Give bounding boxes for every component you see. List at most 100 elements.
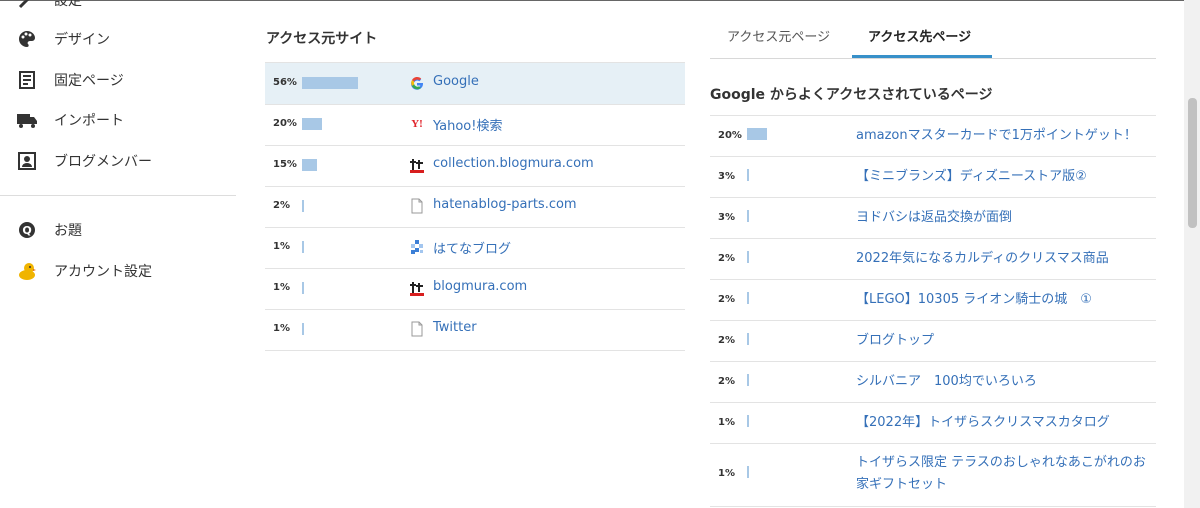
percent-bar [747,169,749,181]
page-link[interactable]: amazonマスターカードで1万ポイントゲット！ [856,125,1146,147]
sidebar-item-blog-members[interactable]: ブログメンバー [16,149,152,173]
google-icon [409,75,425,91]
sidebar-item-import[interactable]: インポート [16,108,124,132]
blogmura-icon [409,157,425,173]
percent-bar [302,159,317,171]
sidebar-item-label: 設定 [54,0,82,9]
percent-label: 2% [273,200,290,211]
sidebar-item-label: アカウント設定 [54,264,152,280]
scrollbar-thumb[interactable] [1188,98,1197,228]
percent-label: 1% [273,323,290,334]
site-row[interactable]: 15% collection.blogmura.com [265,145,685,187]
percent-label: 1% [718,468,735,479]
palette-icon [16,28,38,50]
hatena-blog-icon [409,239,425,255]
tab-source-pages[interactable]: アクセス元ページ [727,26,830,45]
percent-label: 2% [718,253,735,264]
page-link[interactable]: 【LEGO】10305 ライオン騎士の城 ① [856,289,1146,311]
referrer-sites-title: アクセス元サイト [266,31,378,47]
sidebar-divider [0,195,236,196]
sidebar-item-account-settings[interactable]: アカウント設定 [16,259,152,283]
page-icon [409,198,425,214]
site-row[interactable]: 56% Google [265,63,685,105]
percent-bar [747,128,767,140]
site-name[interactable]: Yahoo!検索 [433,115,502,134]
sidebar-item-label: お題 [54,223,82,239]
page-link[interactable]: ブログトップ [856,330,1146,352]
site-name[interactable]: collection.blogmura.com [433,156,594,171]
page-link[interactable]: シルバニア 100均でいろいろ [856,371,1146,393]
percent-bar [747,210,749,222]
page-link[interactable]: 【2022年】トイザらスクリスマスカタログ [856,412,1146,434]
percent-bar [302,323,304,335]
percent-bar [747,251,749,263]
site-name[interactable]: Twitter [433,320,477,335]
percent-bar [302,282,304,294]
tab-destination-pages[interactable]: アクセス先ページ [868,26,971,45]
active-tab-indicator [852,55,992,58]
percent-label: 2% [718,294,735,305]
member-card-icon [16,150,38,172]
percent-label: 1% [273,241,290,252]
site-name[interactable]: hatenablog-parts.com [433,197,577,212]
page-row[interactable]: 2% 2022年気になるカルディのクリスマス商品 [710,239,1156,280]
site-row[interactable]: 1% はてなブログ [265,227,685,269]
site-row[interactable]: 1% blogmura.com [265,268,685,310]
site-name[interactable]: blogmura.com [433,279,527,294]
page-row[interactable]: 2% ブログトップ [710,321,1156,362]
sidebar: 設定 デザイン 固定ページ インポート ブログメンバー Q お題 アカウント設定 [0,0,236,508]
sidebar-item-settings[interactable]: 設定 [16,0,82,12]
chick-avatar-icon [16,260,38,282]
page-row[interactable]: 2% シルバニア 100均でいろいろ [710,362,1156,403]
percent-bar [302,118,322,130]
svg-text:Q: Q [22,224,31,237]
page-link[interactable]: 2022年気になるカルディのクリスマス商品 [856,248,1146,270]
sidebar-item-label: ブログメンバー [54,154,152,170]
sidebar-item-label: 固定ページ [54,73,124,89]
sidebar-item-design[interactable]: デザイン [16,27,110,51]
percent-label: 20% [718,130,742,141]
site-row[interactable]: 2% hatenablog-parts.com [265,186,685,228]
document-icon [16,69,38,91]
percent-bar [747,415,749,427]
page-row[interactable]: 1% 【2022年】トイザらスクリスマスカタログ [710,403,1156,444]
percent-label: 15% [273,159,297,170]
site-name[interactable]: Google [433,74,479,89]
percent-bar [747,333,749,345]
percent-label: 3% [718,171,735,182]
page-row[interactable]: 2% 【LEGO】10305 ライオン騎士の城 ① [710,280,1156,321]
destination-pages-title: Google からよくアクセスされているページ [710,87,993,103]
percent-label: 1% [273,282,290,293]
scrollbar-track[interactable] [1184,0,1200,508]
percent-label: 2% [718,376,735,387]
percent-label: 2% [718,335,735,346]
sidebar-item-label: インポート [54,113,124,129]
truck-icon [16,109,38,131]
site-row[interactable]: 1% Twitter [265,309,685,351]
percent-bar [302,241,304,253]
yahoo-icon: Y! [411,118,423,130]
page-link[interactable]: トイザらス限定 テラスのおしゃれなあこがれのお家ギフトセット [856,452,1146,496]
site-row[interactable]: 20% Y! Yahoo!検索 [265,104,685,146]
percent-label: 56% [273,77,297,88]
percent-label: 3% [718,212,735,223]
percent-label: 20% [273,118,297,129]
percent-bar [747,292,749,304]
page-link[interactable]: ヨドバシは返品交換が面倒 [856,207,1146,229]
percent-bar [302,200,304,212]
blogmura-icon [409,280,425,296]
page-row[interactable]: 3% 【ミニブランズ】ディズニーストア版② [710,157,1156,198]
page-row[interactable]: 20% amazonマスターカードで1万ポイントゲット！ [710,116,1156,157]
page-link[interactable]: 【ミニブランズ】ディズニーストア版② [856,166,1146,188]
percent-label: 1% [718,417,735,428]
site-name[interactable]: はてなブログ [433,238,511,257]
page-row[interactable]: 3% ヨドバシは返品交換が面倒 [710,198,1156,239]
percent-bar [747,466,749,478]
sidebar-item-fixed-pages[interactable]: 固定ページ [16,68,124,92]
sidebar-item-odai[interactable]: Q お題 [16,218,82,242]
wrench-icon [16,0,38,11]
page-row[interactable]: 1% トイザらス限定 テラスのおしゃれなあこがれのお家ギフトセット [710,444,1156,507]
question-badge-icon: Q [16,219,38,241]
page-icon [409,321,425,337]
sidebar-item-label: デザイン [54,32,110,48]
